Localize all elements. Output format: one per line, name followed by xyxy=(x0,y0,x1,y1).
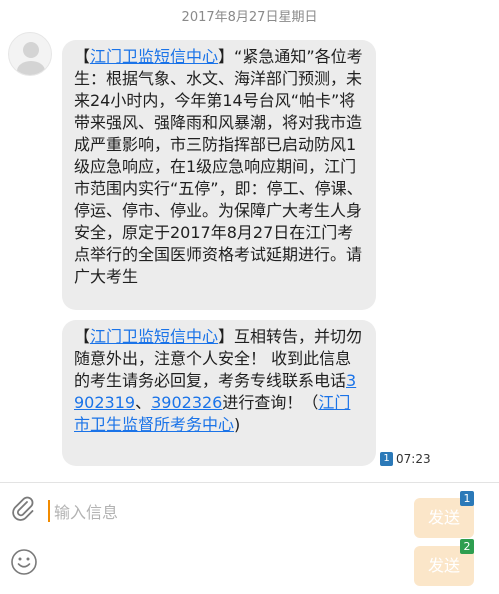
contact-avatar-icon[interactable] xyxy=(8,32,52,76)
paperclip-icon[interactable] xyxy=(10,494,36,524)
smiley-icon[interactable] xyxy=(10,548,38,576)
bracket-open: 【 xyxy=(74,327,91,346)
bracket-close: ) xyxy=(234,415,241,434)
bracket-open: 【 xyxy=(74,47,91,66)
message-meta: 1 07:23 xyxy=(380,452,431,466)
date-header: 2017年8月27日星期日 xyxy=(181,10,318,25)
message-text: 进行查询！（ xyxy=(222,393,319,412)
sender-link[interactable]: 江门卫监短信中心 xyxy=(90,47,218,66)
message-bubble-2[interactable]: 【江门卫监短信中心】互相转告，并切勿随意外出，注意个人安全！ 收到此信息的考生请… xyxy=(62,320,376,466)
sim-card-icon: 1 xyxy=(460,491,474,506)
separator-text: 、 xyxy=(135,393,152,412)
message-time: 07:23 xyxy=(396,452,431,466)
message-text: 】“紧急通知”各位考生：根据气象、水文、海洋部门预测，未来24小时内，今年第14… xyxy=(74,47,363,286)
sender-link[interactable]: 江门卫监短信中心 xyxy=(90,327,218,346)
message-bubble-1[interactable]: 【江门卫监短信中心】“紧急通知”各位考生：根据气象、水文、海洋部门预测，未来24… xyxy=(62,40,376,310)
sim-card-icon: 2 xyxy=(460,539,474,554)
phone-link-2[interactable]: 3902326 xyxy=(151,393,222,412)
message-input[interactable] xyxy=(54,498,374,526)
input-caret xyxy=(48,500,50,522)
divider xyxy=(0,482,499,483)
sim-card-icon: 1 xyxy=(380,452,393,466)
